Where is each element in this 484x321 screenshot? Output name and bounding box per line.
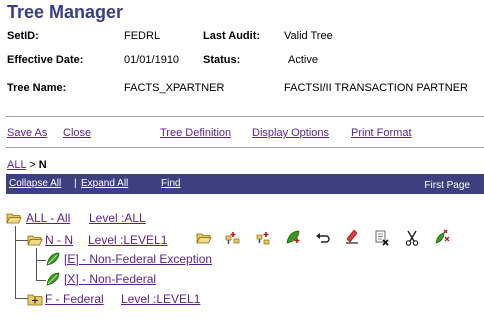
setid-label: SetID:	[7, 30, 39, 42]
tree-connector	[15, 226, 16, 298]
delete-icon[interactable]	[374, 230, 390, 246]
open-folder-icon[interactable]	[27, 232, 43, 248]
insert-detail-icon[interactable]	[285, 229, 301, 245]
separator	[6, 147, 484, 148]
status-value: Active	[288, 54, 318, 66]
tree-navigation-bar: Collapse All | Expand All Find First Pag…	[6, 174, 484, 194]
find-link[interactable]: Find	[161, 178, 180, 189]
tree-node-f[interactable]: F - Federal	[45, 292, 104, 306]
tree-description: FACTSI/II TRANSACTION PARTNER	[284, 82, 468, 94]
tree-name-value: FACTS_XPARTNER	[124, 82, 225, 94]
last-audit-label: Last Audit:	[203, 30, 261, 42]
leaf-icon	[46, 272, 60, 286]
breadcrumb-separator: >	[29, 159, 36, 171]
open-folder-icon[interactable]	[6, 210, 22, 226]
leaf-icon	[46, 252, 60, 266]
setid-value: FEDRL	[124, 30, 161, 42]
close-link[interactable]: Close	[63, 127, 91, 139]
expand-all-link[interactable]: Expand All	[81, 178, 128, 189]
tree-leaf-x[interactable]: [X] - Non-Federal	[64, 272, 156, 286]
closed-folder-icon[interactable]	[27, 291, 43, 307]
last-audit-value: Valid Tree	[284, 30, 333, 42]
tree-node-n-level[interactable]: Level :LEVEL1	[88, 233, 167, 247]
effective-date-label: Effective Date:	[7, 54, 84, 66]
separator	[6, 116, 484, 117]
tree-leaf-e[interactable]: [E] - Non-Federal Exception	[64, 252, 212, 266]
effective-date-value: 01/01/1910	[124, 54, 180, 66]
print-format-link[interactable]: Print Format	[351, 127, 412, 139]
status-label: Status:	[203, 54, 241, 66]
paste-icon[interactable]	[434, 229, 450, 245]
breadcrumb-all-link[interactable]: ALL	[7, 159, 26, 171]
tree-node-all-level[interactable]: Level :ALL	[89, 211, 146, 225]
tree-node-n[interactable]: N - N	[45, 233, 73, 247]
tree-node-all[interactable]: ALL - All	[26, 211, 70, 225]
edit-icon[interactable]	[344, 229, 360, 245]
display-options-link[interactable]: Display Options	[252, 127, 329, 139]
page-indicator: First Page	[424, 180, 470, 191]
tree-connector	[36, 248, 37, 280]
tree-node-f-level[interactable]: Level :LEVEL1	[121, 292, 200, 306]
breadcrumb-current: N	[38, 159, 47, 171]
open-folder-icon[interactable]	[196, 230, 212, 246]
insert-child-icon[interactable]	[255, 230, 271, 246]
page-title: Tree Manager	[7, 2, 124, 22]
save-as-link[interactable]: Save As	[7, 127, 47, 139]
collapse-all-link[interactable]: Collapse All	[9, 178, 61, 189]
insert-sibling-icon[interactable]	[225, 230, 241, 246]
undo-icon[interactable]	[315, 230, 331, 246]
tree-name-label: Tree Name:	[7, 82, 67, 94]
cut-icon[interactable]	[404, 230, 420, 246]
breadcrumb: ALL > N	[7, 159, 47, 171]
navbar-divider: |	[74, 178, 77, 189]
tree-definition-link[interactable]: Tree Definition	[160, 127, 231, 139]
